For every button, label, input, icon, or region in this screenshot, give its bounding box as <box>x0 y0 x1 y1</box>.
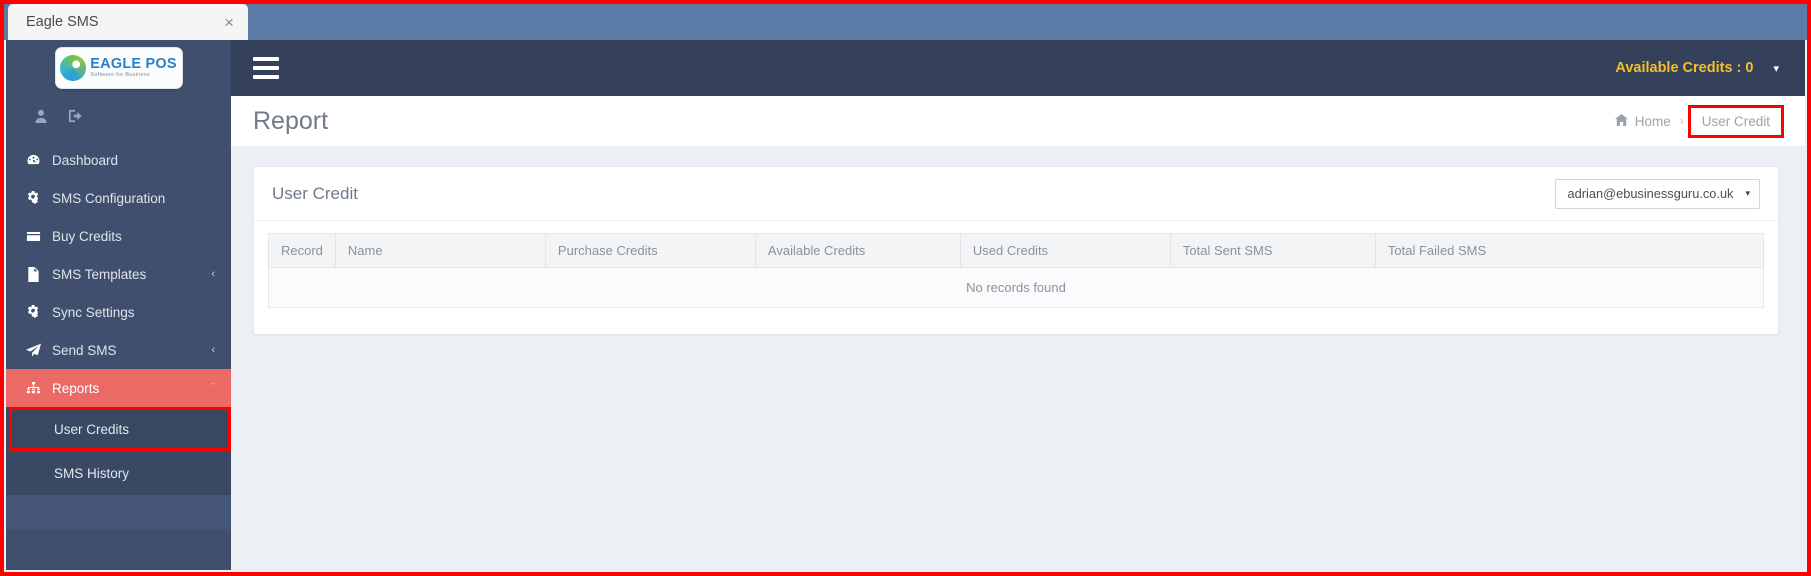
user-credit-table: Record Name Purchase Credits Available C… <box>268 233 1765 308</box>
breadcrumb-home-label: Home <box>1634 113 1671 129</box>
page-header: Report Home › User Credit <box>231 96 1805 146</box>
column-header-name[interactable]: Name <box>334 233 546 268</box>
table-body: No records found <box>268 267 1764 308</box>
main-area: Available Credits : 0 ▾ Report Home › Us… <box>231 40 1805 570</box>
eagle-swirl-icon <box>60 55 87 81</box>
chevron-down-icon: ˇ <box>211 382 215 394</box>
sidebar-item-sms-templates[interactable]: SMS Templates ‹ <box>6 255 231 293</box>
brand-name: EAGLE POS <box>90 56 177 73</box>
table-container: Record Name Purchase Credits Available C… <box>254 221 1778 334</box>
chevron-down-icon: ▾ <box>1745 188 1750 198</box>
gears-icon <box>26 304 52 320</box>
sidebar-footer-spacer <box>6 495 231 529</box>
brand-logo[interactable]: EAGLE POS Software for Business <box>6 40 231 96</box>
column-header-purchase-credits[interactable]: Purchase Credits <box>544 233 756 268</box>
page-content: User Credit adrian@ebusinessguru.co.uk ▾… <box>231 146 1805 335</box>
home-icon <box>1614 113 1628 129</box>
sidebar-item-buy-credits[interactable]: Buy Credits <box>6 217 231 255</box>
sidebar-nav: Dashboard SMS Configuration Buy Credits <box>6 141 231 407</box>
chevron-down-icon: ▾ <box>1773 62 1779 75</box>
hamburger-menu-icon[interactable] <box>253 57 279 79</box>
column-header-total-failed-sms[interactable]: Total Failed SMS <box>1374 233 1765 268</box>
breadcrumb-home[interactable]: Home <box>1614 113 1671 129</box>
gears-icon <box>26 190 52 206</box>
sidebar-item-sms-history[interactable]: SMS History <box>6 451 231 495</box>
chevron-left-icon: ‹ <box>211 344 215 356</box>
column-header-total-sent-sms[interactable]: Total Sent SMS <box>1169 233 1376 268</box>
column-header-available-credits[interactable]: Available Credits <box>754 233 961 268</box>
sidebar-item-label: Dashboard <box>52 152 119 168</box>
sidebar: EAGLE POS Software for Business Dashboar… <box>6 40 231 570</box>
sidebar-item-send-sms[interactable]: Send SMS ‹ <box>6 331 231 369</box>
table-header: Record Name Purchase Credits Available C… <box>268 233 1765 268</box>
breadcrumb: Home › User Credit <box>1614 104 1784 138</box>
chevron-left-icon: ‹ <box>211 268 215 280</box>
sidebar-item-label: Send SMS <box>52 342 117 358</box>
breadcrumb-separator: › <box>1679 114 1684 128</box>
sidebar-subitem-label: User Credits <box>54 421 130 437</box>
sidebar-user-actions <box>6 96 231 141</box>
breadcrumb-current-label: User Credit <box>1701 113 1770 129</box>
logout-icon[interactable] <box>68 109 83 128</box>
panel-header: User Credit adrian@ebusinessguru.co.uk ▾ <box>254 167 1778 221</box>
brand-tagline: Software for Business <box>90 71 150 78</box>
sidebar-item-label: Buy Credits <box>52 228 122 244</box>
empty-state-message: No records found <box>268 267 1764 308</box>
page-title: Report <box>253 106 329 135</box>
table-header-row: Record Name Purchase Credits Available C… <box>268 233 1765 268</box>
column-header-used-credits[interactable]: Used Credits <box>959 233 1171 268</box>
browser-tab[interactable]: Eagle SMS × <box>8 4 248 40</box>
sidebar-item-sms-configuration[interactable]: SMS Configuration <box>6 179 231 217</box>
available-credits-label: Available Credits : 0 <box>1615 60 1754 76</box>
dashboard-icon <box>26 153 52 168</box>
user-icon[interactable] <box>34 109 48 128</box>
sidebar-item-sync-settings[interactable]: Sync Settings <box>6 293 231 331</box>
sidebar-item-dashboard[interactable]: Dashboard <box>6 141 231 179</box>
sidebar-item-label: Reports <box>52 380 100 396</box>
user-credit-panel: User Credit adrian@ebusinessguru.co.uk ▾… <box>253 166 1779 335</box>
sidebar-item-user-credits[interactable]: User Credits <box>6 407 231 451</box>
sidebar-item-label: Sync Settings <box>52 304 135 320</box>
available-credits-menu[interactable]: Available Credits : 0 ▾ <box>1615 60 1779 76</box>
user-select-value: adrian@ebusinessguru.co.uk <box>1567 186 1734 201</box>
breadcrumb-current: User Credit <box>1687 104 1784 138</box>
sidebar-item-reports[interactable]: Reports ˇ <box>6 369 231 407</box>
application-frame: EAGLE POS Software for Business Dashboar… <box>6 40 1805 570</box>
browser-toolbar: Eagle SMS × <box>0 0 1811 40</box>
close-icon[interactable]: × <box>224 14 234 31</box>
browser-tab-title: Eagle SMS <box>26 14 99 30</box>
sidebar-item-label: SMS Configuration <box>52 190 166 206</box>
user-select-dropdown[interactable]: adrian@ebusinessguru.co.uk ▾ <box>1554 178 1760 209</box>
sidebar-item-label: SMS Templates <box>52 266 147 282</box>
top-navbar: Available Credits : 0 ▾ <box>231 40 1805 96</box>
credit-card-icon <box>26 229 52 244</box>
sitemap-icon <box>26 381 52 396</box>
column-header-record[interactable]: Record <box>268 233 336 268</box>
file-icon <box>26 266 52 282</box>
sidebar-subitem-label: SMS History <box>54 465 130 481</box>
panel-title: User Credit <box>272 183 358 203</box>
table-empty-row: No records found <box>268 267 1764 308</box>
paper-plane-icon <box>26 343 52 358</box>
